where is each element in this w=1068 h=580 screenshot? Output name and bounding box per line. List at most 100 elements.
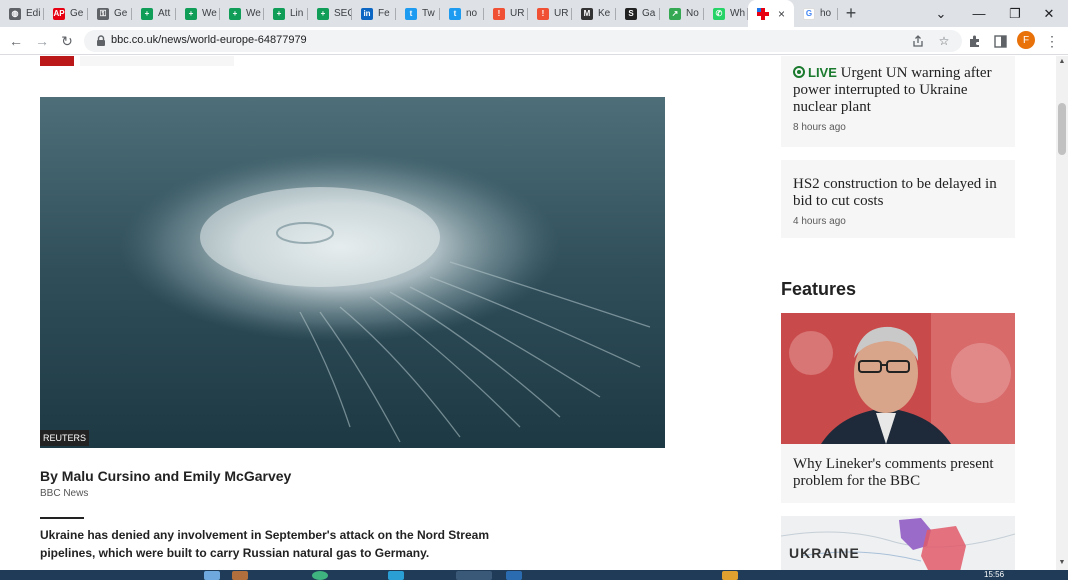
tab-0[interactable]: ◍ Edi xyxy=(0,0,44,27)
tab-label: Fe xyxy=(378,8,390,19)
taskbar-app-icon[interactable] xyxy=(388,571,404,580)
back-button[interactable]: ← xyxy=(6,31,26,51)
feature-headline[interactable]: Why Lineker's comments present problem f… xyxy=(793,456,1003,490)
tab-8[interactable]: in Fe xyxy=(352,0,396,27)
tab-6[interactable]: + Lin xyxy=(264,0,308,27)
tab-label: Att xyxy=(158,8,171,19)
close-window-button[interactable]: ✕ xyxy=(1030,0,1068,27)
story-headline[interactable]: LIVE Urgent UN warning after power inter… xyxy=(793,64,1003,116)
ap-icon: AP xyxy=(53,7,65,20)
twitter-icon: t xyxy=(449,7,461,20)
tab-google[interactable]: G ho xyxy=(794,0,838,27)
tab-7[interactable]: + SEC xyxy=(308,0,352,27)
tab-label: We xyxy=(246,8,261,19)
forward-button[interactable]: → xyxy=(32,31,52,51)
tab-label: SEC xyxy=(334,8,352,19)
article-lead: Ukraine has denied any involvement in Se… xyxy=(40,528,489,560)
lock-icon[interactable] xyxy=(94,34,108,48)
alert-icon: ! xyxy=(537,7,549,20)
sidebar-story-live[interactable]: LIVE Urgent UN warning after power inter… xyxy=(781,56,1015,147)
bbc-plus-icon xyxy=(757,7,769,20)
close-tab-icon[interactable]: × xyxy=(778,7,785,21)
taskbar-app-icon[interactable] xyxy=(506,571,522,580)
plus-green-icon: + xyxy=(317,7,329,20)
story-time: 8 hours ago xyxy=(793,122,846,133)
tab-4[interactable]: + We xyxy=(176,0,220,27)
tab-9[interactable]: t Tw xyxy=(396,0,440,27)
browser-toolbar: ← → ↻ bbc.co.uk/news/world-europe-648779… xyxy=(0,27,1068,55)
tab-14[interactable]: S Ga xyxy=(616,0,660,27)
ukraine-map-image[interactable]: UKRAINE xyxy=(781,516,1015,570)
tab-label: We xyxy=(202,8,217,19)
plus-green-icon: + xyxy=(141,7,153,20)
feature-image[interactable] xyxy=(781,313,1015,444)
feature-card[interactable]: Why Lineker's comments present problem f… xyxy=(781,444,1015,503)
tab-12[interactable]: ! UR xyxy=(528,0,572,27)
presenter-photo xyxy=(781,313,1015,444)
tab-2[interactable]: ⚿ Ge xyxy=(88,0,132,27)
profile-avatar[interactable]: F xyxy=(1017,31,1035,49)
top-grey-block xyxy=(80,56,234,66)
google-icon: G xyxy=(803,7,815,20)
plus-green-icon: + xyxy=(229,7,241,20)
tab-label: UR xyxy=(554,8,569,19)
features-heading: Features xyxy=(781,279,857,299)
os-taskbar: 15:56 xyxy=(0,570,1068,580)
scroll-thumb[interactable] xyxy=(1058,103,1066,155)
scroll-down-arrow-icon[interactable]: ▼ xyxy=(1058,559,1066,567)
menu-kebab-icon[interactable]: ⋮ xyxy=(1043,32,1061,50)
tab-strip: ◍ Edi AP Ge ⚿ Ge + Att + We + We + Lin + SEC in Fe t Tw t no!… xyxy=(0,0,1068,27)
address-bar[interactable]: bbc.co.uk/news/world-europe-64877979 ☆ xyxy=(84,30,962,52)
taskbar-app-icon[interactable] xyxy=(312,571,328,580)
page-viewport: REUTERS By Malu Cursino and Emily McGarv… xyxy=(0,56,1056,570)
tab-label: Wh xyxy=(730,8,745,19)
taskbar-app-icon[interactable] xyxy=(232,571,248,580)
new-tab-button[interactable]: + xyxy=(838,0,864,27)
image-credit: REUTERS xyxy=(40,430,90,446)
tab-15[interactable]: ↗ No xyxy=(660,0,704,27)
plus-green-icon: + xyxy=(185,7,197,20)
tab-1[interactable]: AP Ge xyxy=(44,0,88,27)
restore-button[interactable]: ❐ xyxy=(996,0,1034,27)
s-icon: S xyxy=(625,7,637,20)
whatsapp-icon: ✆ xyxy=(713,7,725,20)
gmail-icon: M xyxy=(581,7,593,20)
lock-icon: ⚿ xyxy=(97,7,109,20)
bbc-red-block xyxy=(40,56,74,66)
tab-label: Ge xyxy=(70,8,84,19)
tab-label: No xyxy=(686,8,699,19)
divider xyxy=(40,517,84,519)
sidebar-story-hs2[interactable]: HS2 construction to be delayed in bid to… xyxy=(781,160,1015,238)
tab-3[interactable]: + Att xyxy=(132,0,176,27)
taskbar-chrome-active[interactable] xyxy=(456,571,492,580)
side-panel-icon[interactable] xyxy=(991,32,1009,50)
story-time: 4 hours ago xyxy=(793,216,846,227)
scroll-up-arrow-icon[interactable]: ▲ xyxy=(1058,58,1066,66)
tab-bbc-active[interactable]: × xyxy=(748,0,794,27)
taskbar-app-icon[interactable] xyxy=(204,571,220,580)
tab-13[interactable]: M Ke xyxy=(572,0,616,27)
bookmark-star-icon[interactable]: ☆ xyxy=(936,33,952,49)
taskbar-clock: 15:56 xyxy=(984,570,1005,579)
url-text[interactable]: bbc.co.uk/news/world-europe-64877979 xyxy=(111,34,307,46)
extensions-icon[interactable] xyxy=(966,32,984,50)
tab-16[interactable]: ✆ Wh xyxy=(704,0,748,27)
tab-label: Ge xyxy=(114,8,128,19)
map-graphic xyxy=(781,516,1015,570)
taskbar-app-icon[interactable] xyxy=(722,571,738,580)
article-byline: By Malu Cursino and Emily McGarvey xyxy=(40,468,292,484)
tab-label: no xyxy=(466,8,478,19)
reload-button[interactable]: ↻ xyxy=(57,31,77,51)
tab-search-chevron-icon[interactable]: ⌄ xyxy=(922,0,960,27)
share-icon[interactable] xyxy=(910,33,926,49)
tab-10[interactable]: t no xyxy=(440,0,484,27)
sea-bubbles-image xyxy=(40,97,665,448)
tab-5[interactable]: + We xyxy=(220,0,264,27)
page-scrollbar[interactable]: ▲ ▼ xyxy=(1056,56,1068,570)
tab-label: Ga xyxy=(642,8,656,19)
tab-11[interactable]: ! UR xyxy=(484,0,528,27)
story-headline[interactable]: HS2 construction to be delayed in bid to… xyxy=(793,176,1003,210)
minimize-button[interactable]: — xyxy=(960,0,998,27)
linkedin-icon: in xyxy=(361,7,373,20)
live-icon xyxy=(793,66,805,78)
